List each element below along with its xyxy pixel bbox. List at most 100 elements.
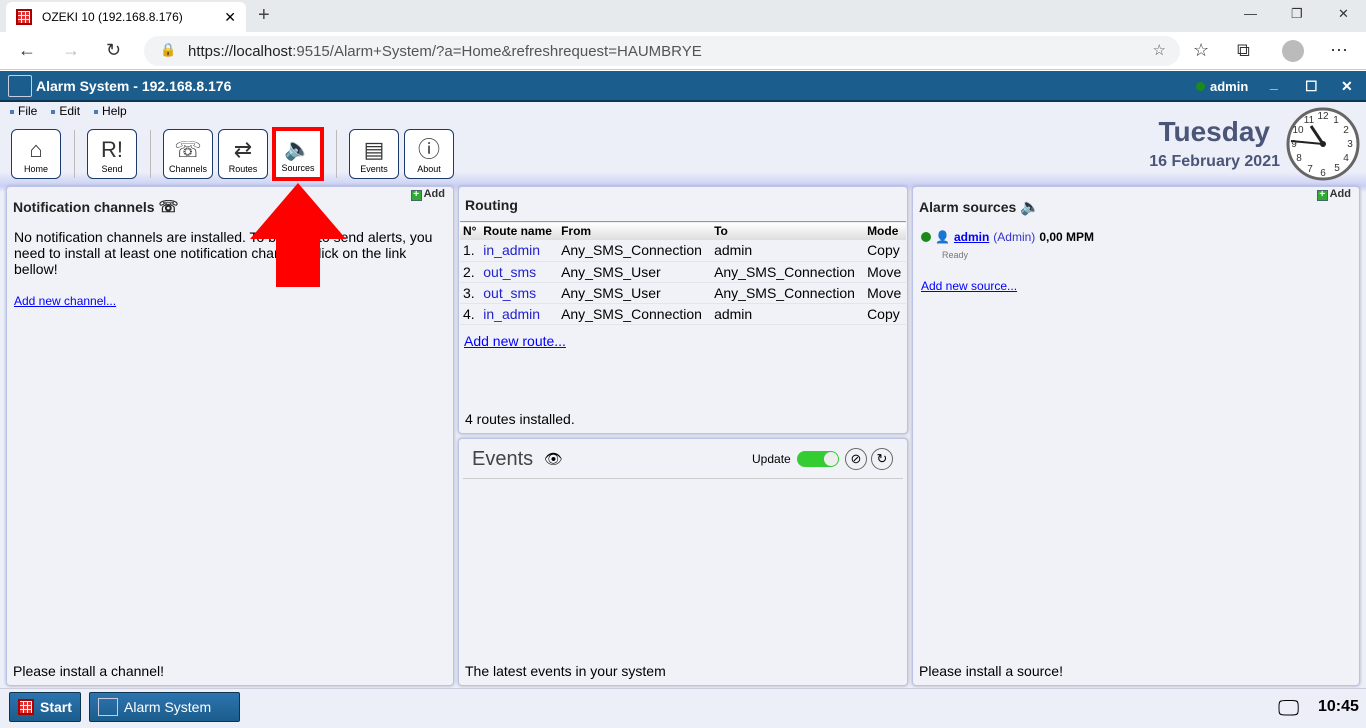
app-minimize-icon[interactable]: _ [1270,75,1278,91]
panel-title: Events [472,448,534,470]
app-maximize-icon[interactable]: ☐ [1305,78,1318,95]
route-to: Any_SMS_Connection [711,282,865,304]
button-label: Home [23,164,48,174]
toolbar-channels-button[interactable]: ☏ Channels [163,129,213,179]
panel-title-text: Alarm sources [919,199,1017,215]
home-icon: ⌂ [29,137,43,162]
route-name[interactable]: in_admin [480,240,559,262]
svg-text:11: 11 [1304,115,1315,126]
start-icon [18,699,34,715]
svg-text:6: 6 [1320,168,1326,179]
source-name-link[interactable]: admin [954,230,989,244]
back-icon[interactable]: ← [18,40,36,61]
taskbar-clock: 10:45 [1318,698,1359,715]
eye-icon[interactable]: 👁 [544,450,563,468]
reload-icon[interactable]: ↻ [106,40,121,61]
route-name[interactable]: out_sms [480,261,559,283]
menu-edit[interactable]: Edit [51,104,80,118]
table-row[interactable]: 3. out_sms Any_SMS_User Any_SMS_Connection M… [460,282,906,304]
toolbar-sources-button[interactable]: 🔈 Sources [272,127,324,181]
profile-avatar[interactable] [1282,40,1304,62]
start-button[interactable]: Start [9,692,81,722]
new-tab-icon[interactable]: + [258,4,270,27]
route-mode: Copy [864,240,906,262]
toolbar-send-button[interactable]: R! Send [87,129,137,179]
button-label: Send [101,164,123,174]
menu-help[interactable]: Help [94,104,127,118]
route-name[interactable]: in_admin [480,303,559,325]
clear-events-icon[interactable]: ⊘ [845,448,867,470]
toolbar-home-button[interactable]: ⌂ Home [11,129,61,179]
restore-window-icon[interactable]: ❐ [1291,6,1303,22]
panel-title: Routing [465,197,518,213]
events-list-icon: ▤ [363,137,385,162]
menu-file[interactable]: File [10,104,37,118]
toolbar-events-button[interactable]: ▤ Events [349,129,399,179]
add-new-source-link[interactable]: Add new source... [921,279,1017,293]
source-type: (Admin) [993,230,1036,244]
panel-title: Alarm sources 🔈 [919,197,1040,217]
add-new-route-link[interactable]: Add new route... [464,333,566,349]
online-status-dot [1196,82,1205,91]
refresh-events-icon[interactable]: ↻ [871,448,893,470]
more-menu-icon[interactable]: ⋯ [1330,40,1348,61]
lock-icon[interactable]: 🔒 [160,42,176,58]
user-name[interactable]: admin [1210,79,1248,94]
close-tab-icon[interactable]: ✕ [224,9,236,26]
add-channel-button[interactable]: Add [411,188,445,201]
toolbar-about-button[interactable]: ⓘ About [404,129,454,179]
taskbar: Start Alarm System 🖵 10:45 [0,688,1366,728]
route-to: Any_SMS_Connection [711,261,865,283]
column-header: N° [460,221,481,240]
red-arrow-annotation [250,183,346,287]
toolbar-routes-button[interactable]: ⇄ Routes [218,129,268,179]
taskbar-alarm-system[interactable]: Alarm System [89,692,240,722]
alarm-system-logo-icon [8,75,32,97]
collections-icon[interactable]: ⧉ [1237,40,1250,61]
start-label: Start [40,699,72,715]
route-name[interactable]: out_sms [480,282,559,304]
date: 16 February 2021 [1149,153,1280,170]
route-from: Any_SMS_Connection [558,240,712,262]
alarm-system-logo-icon [98,698,118,716]
url-input[interactable]: 🔒 https://localhost:9515/Alarm+System/?a… [144,36,1180,66]
svg-text:1: 1 [1333,115,1339,126]
route-number: 3. [460,282,481,304]
browser-tab[interactable]: OZEKI 10 (192.168.8.176) ✕ [6,2,246,32]
add-source-button[interactable]: Add [1317,188,1351,201]
channels-icon: ☏ [174,137,202,162]
table-row[interactable]: 4. in_admin Any_SMS_Connection admin Copy [460,303,906,325]
button-label: About [417,164,441,174]
taskbar-app-label: Alarm System [124,699,212,715]
minimize-window-icon[interactable]: — [1244,6,1257,21]
table-row[interactable]: 2. out_sms Any_SMS_User Any_SMS_Connection M… [460,261,906,283]
column-header: Mode [864,221,906,240]
column-header: From [558,221,712,240]
toolbar-divider [336,130,337,178]
favorites-icon[interactable]: ☆ [1193,40,1209,61]
app-close-icon[interactable]: ✕ [1341,78,1353,95]
channels-message: No notification channels are installed. … [14,229,433,277]
browser-tab-bar: OZEKI 10 (192.168.8.176) ✕ + — ❐ ✕ [0,0,1366,32]
svg-text:8: 8 [1296,153,1302,164]
update-label: Update [752,452,791,466]
address-bar-row: ← → ↻ 🔒 https://localhost:9515/Alarm+Sys… [0,32,1366,70]
desktop-monitor-icon[interactable]: 🖵 [1278,695,1299,721]
update-toggle[interactable] [797,451,839,467]
sources-footer: Please install a source! [919,663,1063,679]
ozeki-favicon-icon [16,9,32,25]
channels-icon: ☏ [158,199,179,216]
alarm-sources-panel: Add Alarm sources 🔈 👤 admin (Admin) 0,00… [912,186,1360,686]
app-title-bar: Alarm System - 192.168.8.176 admin _ ☐ ✕ [0,71,1366,102]
route-number: 1. [460,240,481,262]
analog-clock: 12 1234567891011 [1286,107,1360,181]
favorite-add-icon[interactable]: ☆ [1153,41,1166,59]
routes-signpost-icon: ⇄ [233,137,253,162]
close-window-icon[interactable]: ✕ [1338,6,1349,22]
svg-text:2: 2 [1343,125,1349,136]
svg-text:4: 4 [1343,153,1349,164]
forward-icon[interactable]: → [62,40,80,61]
button-label: Sources [281,163,315,173]
table-row[interactable]: 1. in_admin Any_SMS_Connection admin Copy [460,240,906,262]
add-new-channel-link[interactable]: Add new channel... [14,294,116,308]
